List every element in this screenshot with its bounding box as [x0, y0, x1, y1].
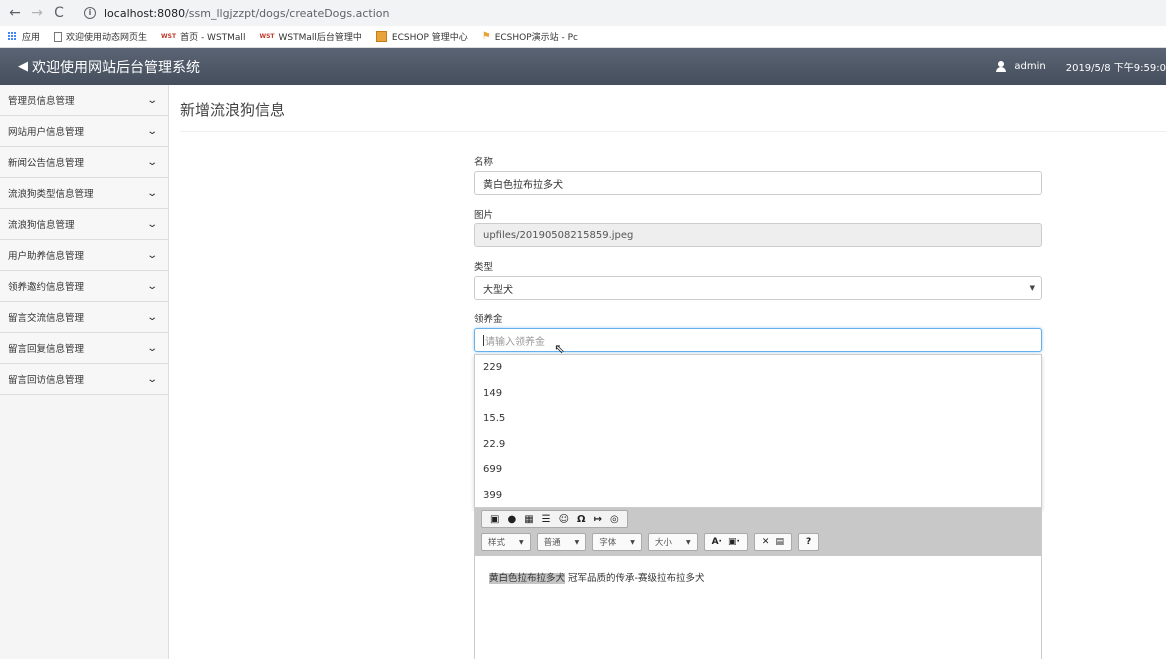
- bookmark-wstmall-home[interactable]: WST 首页 - WSTMall: [161, 30, 245, 43]
- show-blocks-icon[interactable]: ▤: [775, 537, 784, 547]
- caret-down-icon: ▼: [630, 538, 635, 546]
- name-label: 名称: [474, 157, 494, 168]
- bookmark-apps[interactable]: 应用: [8, 30, 40, 43]
- header-right: admin 2019/5/8 下午9:59:0: [996, 48, 1166, 85]
- format-combo[interactable]: 普通 ▼: [536, 533, 587, 551]
- bookmark-ecshop-demo[interactable]: ⚑ ECSHOP演示站 - Pc: [482, 30, 578, 43]
- size-combo[interactable]: 大小 ▼: [647, 533, 698, 551]
- font-combo[interactable]: 字体 ▼: [592, 533, 642, 551]
- sidebar-item-replies[interactable]: 留言回复信息管理 ⌄: [0, 333, 168, 364]
- apps-grid-icon: [8, 32, 17, 41]
- highlighted-text: 黄白色拉布拉多犬: [489, 573, 566, 584]
- bg-color-icon[interactable]: ▣·: [728, 537, 740, 547]
- bookmark-ecshop-admin[interactable]: ECSHOP 管理中心: [375, 30, 468, 43]
- help-group: ?: [797, 533, 820, 551]
- app-header: ◀ 欢迎使用网站后台管理系统 admin 2019/5/8 下午9:59:0: [0, 48, 1166, 85]
- editor-toolbar: ▣ ● ▦ ☰ ☺ Ω ↦ ◎ 样式 ▼ 普通 ▼ 字体 ▼ 大小 ▼ A· ▣·: [475, 508, 1041, 556]
- caret-down-icon: ▼: [574, 538, 580, 546]
- chevron-down-icon: ⌄: [145, 373, 158, 385]
- autocomplete-option[interactable]: 22.9: [475, 432, 1041, 458]
- view-group: ✕ ▤: [753, 533, 792, 551]
- caret-down-icon: ▼: [685, 538, 691, 546]
- flash-icon[interactable]: ●: [507, 514, 516, 525]
- browser-toolbar: ← → C i localhost:8080/ssm_llgjzzpt/dogs…: [0, 0, 1166, 26]
- sidebar-item-news[interactable]: 新闻公告信息管理 ⌄: [0, 147, 168, 178]
- autocomplete-option[interactable]: 15.5: [475, 406, 1041, 432]
- chevron-down-icon: ⌄: [145, 280, 158, 292]
- user-icon: [996, 61, 1007, 72]
- sidebar-item-users[interactable]: 网站用户信息管理 ⌄: [0, 116, 168, 147]
- image-label: 图片: [474, 210, 494, 221]
- smiley-icon[interactable]: ☺: [559, 514, 569, 525]
- datetime: 2019/5/8 下午9:59:0: [1065, 63, 1166, 74]
- wst-logo-icon: WST: [161, 33, 177, 40]
- maximize-icon[interactable]: ✕: [762, 537, 770, 547]
- sidebar-item-revisits[interactable]: 留言回访信息管理 ⌄: [0, 364, 168, 395]
- wst-logo-icon: WST: [259, 33, 275, 40]
- bookmark-wstmall-admin[interactable]: WST WSTMall后台管理中: [259, 30, 361, 43]
- app-title: ◀ 欢迎使用网站后台管理系统: [18, 59, 200, 76]
- rich-text-editor: ▣ ● ▦ ☰ ☺ Ω ↦ ◎ 样式 ▼ 普通 ▼ 字体 ▼ 大小 ▼ A· ▣·: [474, 507, 1042, 659]
- back-icon[interactable]: ←: [6, 4, 24, 22]
- ecshop-icon: [375, 31, 387, 42]
- caret-down-icon: ▼: [519, 538, 524, 546]
- admin-name[interactable]: admin: [1014, 61, 1045, 72]
- iframe-icon[interactable]: ◎: [610, 514, 619, 525]
- type-label: 类型: [474, 262, 494, 273]
- fee-label: 领养金: [474, 314, 503, 325]
- autocomplete-option[interactable]: 699: [475, 457, 1041, 483]
- reload-icon[interactable]: C: [50, 4, 68, 22]
- caret-down-icon: ▼: [1029, 284, 1035, 292]
- styles-combo[interactable]: 样式 ▼: [481, 533, 531, 551]
- main-content: 新增流浪狗信息 名称 黄白色拉布拉多犬 图片 upfiles/201905082…: [169, 85, 1166, 659]
- autocomplete-option[interactable]: 399: [475, 483, 1041, 509]
- bookmark-dynamic-page[interactable]: 欢迎使用动态网页生: [54, 30, 147, 43]
- autocomplete-dropdown: 229 149 15.5 22.9 699 399: [474, 354, 1042, 509]
- forward-icon[interactable]: →: [28, 4, 46, 22]
- autocomplete-option[interactable]: 149: [475, 381, 1041, 407]
- page-break-icon[interactable]: ↦: [594, 514, 602, 525]
- sidebar-item-dog-types[interactable]: 流浪狗类型信息管理 ⌄: [0, 178, 168, 209]
- chevron-down-icon: ⌄: [145, 187, 158, 199]
- chevron-down-icon: ⌄: [145, 125, 158, 137]
- type-select[interactable]: 大型犬 ▼: [474, 276, 1042, 300]
- flag-icon: ⚑: [481, 31, 491, 42]
- url-path: /ssm_llgjzzpt/dogs/createDogs.action: [185, 6, 390, 20]
- name-field[interactable]: 黄白色拉布拉多犬: [474, 171, 1042, 195]
- text-color-icon[interactable]: A·: [712, 537, 722, 547]
- help-icon[interactable]: ?: [806, 537, 811, 547]
- sidebar-item-sponsorship[interactable]: 用户助养信息管理 ⌄: [0, 240, 168, 271]
- chevron-down-icon: ⌄: [145, 156, 158, 168]
- send-icon: ◀: [18, 59, 28, 74]
- url-host: localhost:8080: [104, 6, 186, 20]
- table-icon[interactable]: ▦: [524, 514, 533, 525]
- editor-content[interactable]: 黄白色拉布拉多犬 冠军品质的传承-赛级拉布拉多犬: [475, 556, 1041, 659]
- page-title: 新增流浪狗信息: [180, 101, 286, 119]
- sidebar-item-adoption[interactable]: 领养邀约信息管理 ⌄: [0, 271, 168, 302]
- page-icon: [54, 31, 63, 42]
- editor-format-row: 样式 ▼ 普通 ▼ 字体 ▼ 大小 ▼ A· ▣· ✕ ▤ ?: [481, 532, 825, 552]
- special-char-icon[interactable]: Ω: [577, 514, 586, 525]
- sidebar-item-messages[interactable]: 留言交流信息管理 ⌄: [0, 302, 168, 333]
- chevron-down-icon: ⌄: [145, 94, 158, 106]
- color-group: A· ▣·: [703, 533, 748, 551]
- image-icon[interactable]: ▣: [490, 514, 499, 525]
- title-divider: [180, 131, 1166, 132]
- chevron-down-icon: ⌄: [145, 311, 158, 323]
- editor-text: 冠军品质的传承-赛级拉布拉多犬: [565, 573, 705, 584]
- horizontal-rule-icon[interactable]: ☰: [542, 514, 551, 525]
- autocomplete-option[interactable]: 229: [475, 355, 1041, 381]
- chevron-down-icon: ⌄: [145, 342, 158, 354]
- sidebar-item-admin[interactable]: 管理员信息管理 ⌄: [0, 85, 168, 116]
- info-icon[interactable]: i: [84, 7, 96, 19]
- text-cursor: [483, 334, 484, 346]
- editor-insert-group: ▣ ● ▦ ☰ ☺ Ω ↦ ◎: [481, 510, 628, 528]
- chevron-down-icon: ⌄: [145, 218, 158, 230]
- sidebar: 管理员信息管理 ⌄ 网站用户信息管理 ⌄ 新闻公告信息管理 ⌄ 流浪狗类型信息管理 ⌄ …: [0, 85, 169, 659]
- bookmarks-bar: 应用 欢迎使用动态网页生 WST 首页 - WSTMall WST WSTMal…: [0, 26, 1166, 48]
- sidebar-item-dogs[interactable]: 流浪狗信息管理 ⌄: [0, 209, 168, 240]
- address-bar[interactable]: i localhost:8080/ssm_llgjzzpt/dogs/creat…: [76, 3, 397, 23]
- image-path-field[interactable]: upfiles/20190508215859.jpeg: [474, 223, 1042, 247]
- chevron-down-icon: ⌄: [145, 249, 158, 261]
